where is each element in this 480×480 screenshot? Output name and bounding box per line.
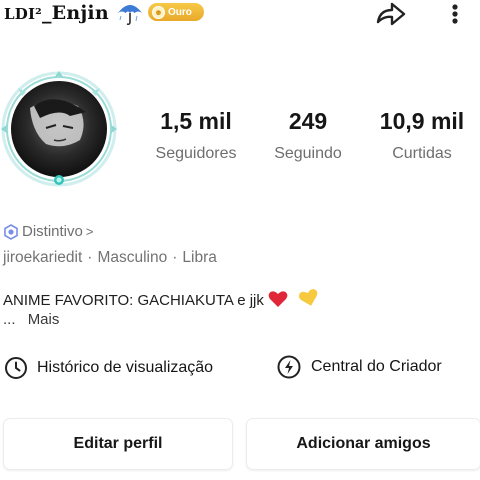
distintivo-icon xyxy=(4,223,18,240)
red-heart-icon xyxy=(268,291,288,307)
username-name: _Enjin xyxy=(41,2,109,24)
view-history-link[interactable]: Histórico de visualização xyxy=(4,356,213,380)
likes-stat[interactable]: 10,9 mil Curtidas xyxy=(372,108,472,163)
yellow-heart-icon xyxy=(299,289,318,306)
bio-content: ANIME FAVORITO: GACHIAKUTA e jjk xyxy=(3,292,264,309)
meta-sign: Libra xyxy=(182,249,217,266)
umbrella-icon xyxy=(118,5,142,26)
more-label: Mais xyxy=(27,311,60,328)
lightning-circle-icon xyxy=(277,355,301,379)
following-stat[interactable]: 249 Seguindo xyxy=(266,108,350,163)
followers-stat[interactable]: 1,5 mil Seguidores xyxy=(146,108,246,163)
top-bar: LDI²_Enjin ☻ Ouro xyxy=(0,0,480,30)
meta-separator: · xyxy=(87,249,93,266)
following-label: Seguindo xyxy=(274,145,342,162)
chevron-right-icon: > xyxy=(85,224,94,239)
more-ellipsis: ... xyxy=(3,311,16,328)
bio-text: ANIME FAVORITO: GACHIAKUTA e jjk xyxy=(3,288,320,309)
add-friends-button[interactable]: Adicionar amigos xyxy=(247,419,480,469)
meta-gender: Masculino xyxy=(97,249,168,266)
followers-count: 1,5 mil xyxy=(160,108,232,134)
more-vertical-icon[interactable] xyxy=(440,0,470,28)
distintivo-label: Distintivo xyxy=(22,223,83,240)
username-prefix: LDI² xyxy=(4,5,42,23)
avatar[interactable] xyxy=(0,70,118,188)
clock-icon xyxy=(5,357,27,379)
avatar-frame xyxy=(1,71,117,187)
view-history-label: Histórico de visualização xyxy=(37,359,214,376)
distintivo-link[interactable]: Distintivo > xyxy=(3,223,93,240)
creator-center-label: Central do Criador xyxy=(311,358,442,375)
followers-label: Seguidores xyxy=(155,145,237,162)
edit-profile-button[interactable]: Editar perfil xyxy=(4,419,232,469)
likes-count: 10,9 mil xyxy=(379,108,465,134)
badge-label: Ouro xyxy=(168,6,192,18)
bio-more[interactable]: ... Mais xyxy=(3,311,59,328)
meta-separator: · xyxy=(172,249,178,266)
share-icon[interactable] xyxy=(370,0,410,28)
likes-label: Curtidas xyxy=(392,145,452,162)
profile-username: LDI²_Enjin xyxy=(4,2,109,24)
creator-center-link[interactable]: Central do Criador xyxy=(276,354,442,380)
following-count: 249 xyxy=(288,108,328,134)
profile-meta: jiroekariedit · Masculino · Libra xyxy=(3,249,217,267)
meta-handle: jiroekariedit xyxy=(3,249,83,266)
coin-icon: ☻ xyxy=(152,5,165,19)
ouro-badge[interactable]: ☻ Ouro xyxy=(148,3,204,21)
